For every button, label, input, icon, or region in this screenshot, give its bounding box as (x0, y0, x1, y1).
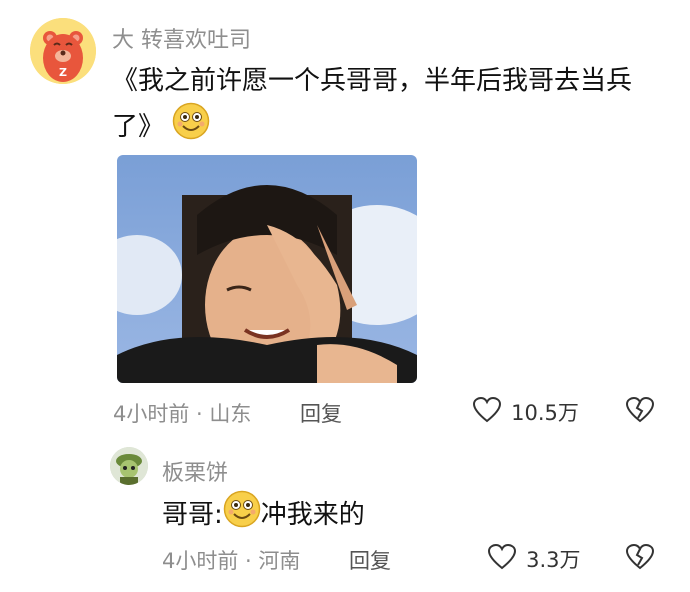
svg-text:Z: Z (59, 66, 67, 79)
time-location: 4小时前 · 山东 (113, 402, 252, 426)
heart-icon (487, 543, 517, 575)
dislike-heart-icon (625, 543, 655, 575)
dislike-button[interactable] (625, 396, 655, 428)
reply-username[interactable]: 板栗饼 (162, 455, 228, 487)
laughing-person-image (117, 155, 417, 383)
heart-icon (472, 396, 502, 428)
bear-avatar-icon: Z (30, 18, 96, 84)
reply-reply-button[interactable]: 回复 (349, 545, 391, 575)
like-count: 10.5万 (511, 401, 579, 425)
username[interactable]: 大 转喜欢吐司 (112, 22, 251, 54)
plant-character-avatar-icon (110, 447, 148, 485)
comment-text-line2: 了》 (112, 102, 672, 153)
avatar[interactable]: Z (30, 18, 96, 84)
reply-like-button[interactable]: 3.3万 (487, 543, 581, 575)
dislike-heart-icon (625, 396, 655, 428)
reply-text-suffix: 冲我来的 (260, 500, 365, 530)
reply-button[interactable]: 回复 (300, 398, 342, 428)
comment-image[interactable] (117, 155, 417, 383)
smile-emoji-icon (223, 490, 261, 541)
reply-time-location: 4小时前 · 河南 (162, 549, 301, 573)
reply-text: 哥哥: 冲我来的 (162, 490, 365, 541)
smile-emoji-icon (172, 102, 210, 153)
comment-text: 《我之前许愿一个兵哥哥，半年后我哥去当兵 了》 (112, 60, 672, 153)
reply-dislike-button[interactable] (625, 543, 655, 575)
comment-text-line2-text: 了》 (112, 112, 165, 142)
reply-text-prefix: 哥哥: (162, 500, 223, 530)
avatar[interactable] (110, 447, 148, 485)
reply-like-count: 3.3万 (526, 548, 581, 572)
comment-text-line1: 《我之前许愿一个兵哥哥，半年后我哥去当兵 (112, 66, 633, 96)
like-button[interactable]: 10.5万 (472, 396, 579, 428)
